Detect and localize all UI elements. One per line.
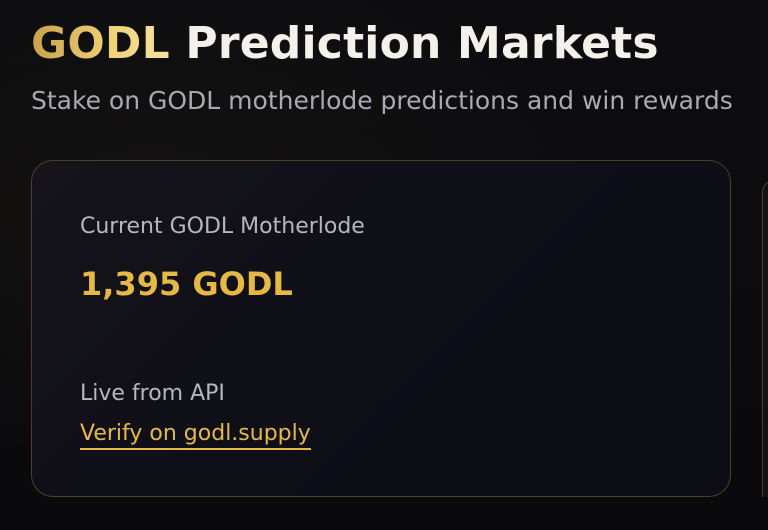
verify-link[interactable]: Verify on godl.supply	[80, 420, 311, 450]
motherlode-value: 1,395 GODL	[80, 265, 293, 303]
page-background: GODL Prediction Markets Stake on GODL mo…	[0, 0, 768, 530]
motherlode-source: Live from API	[80, 381, 225, 406]
page-subtitle: Stake on GODL motherlode predictions and…	[31, 86, 733, 115]
motherlode-label: Current GODL Motherlode	[80, 214, 365, 239]
page-title: GODL Prediction Markets	[31, 18, 659, 70]
title-accent: GODL	[31, 18, 170, 69]
next-card-edge	[762, 180, 768, 497]
motherlode-card: Current GODL Motherlode 1,395 GODL Live …	[31, 160, 731, 497]
title-rest: Prediction Markets	[185, 18, 659, 69]
